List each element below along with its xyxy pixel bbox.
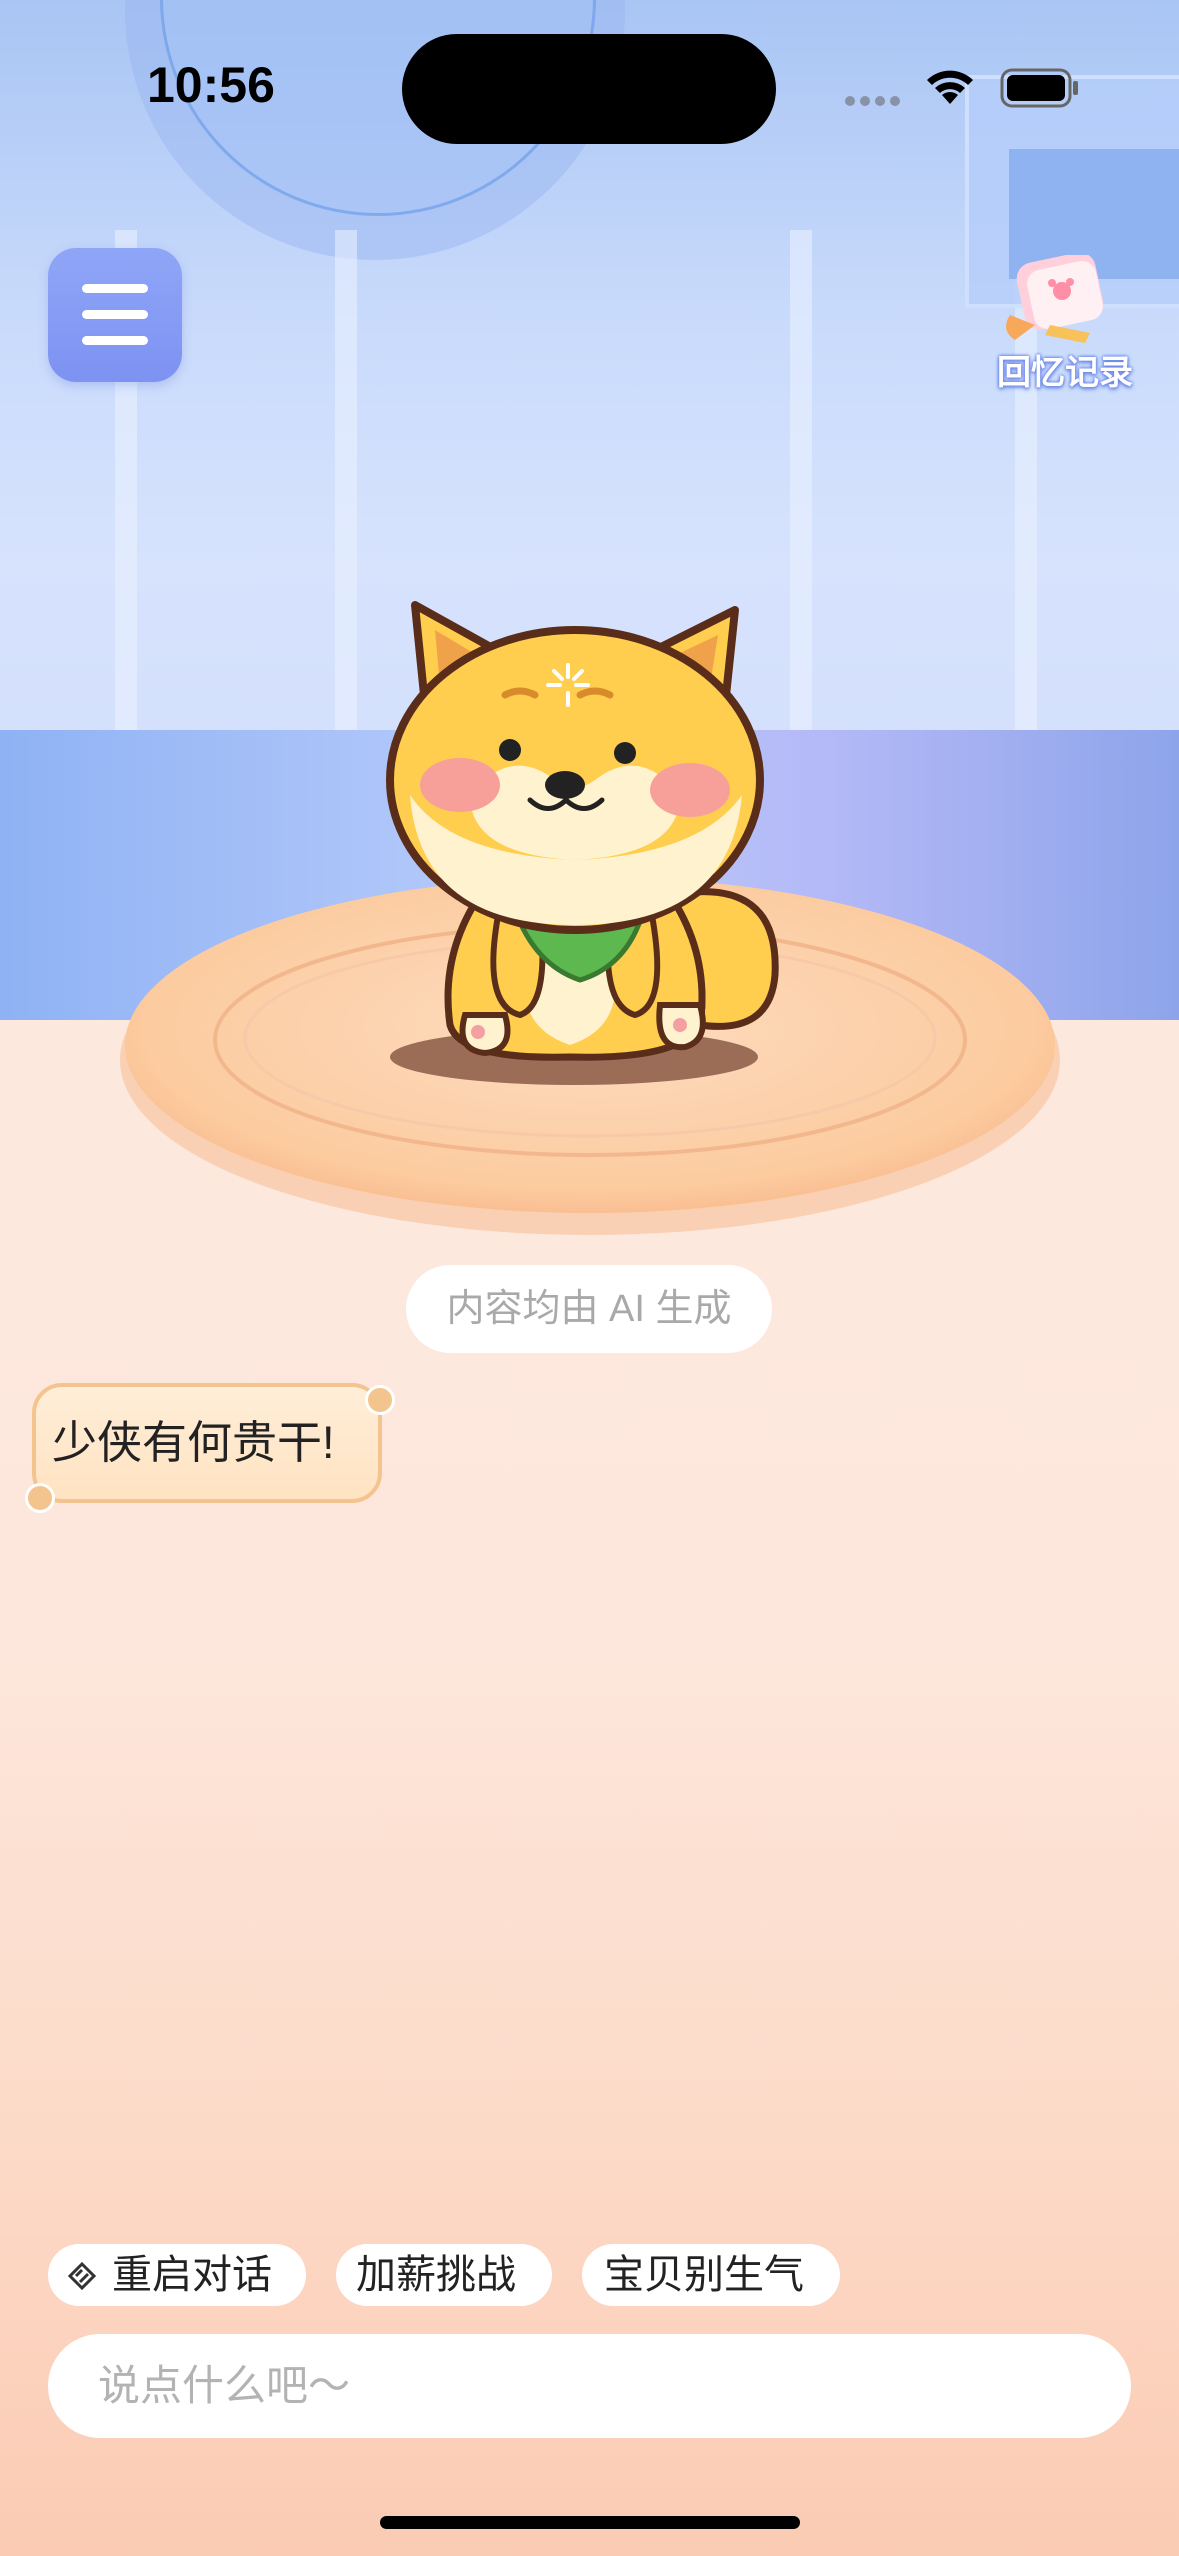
paw-deco-icon	[365, 1385, 395, 1415]
ai-generated-notice: 内容均由 AI 生成	[406, 1265, 772, 1353]
bubble-text: 少侠有何贵干!	[52, 1417, 335, 1468]
photo-album-icon	[1006, 252, 1104, 343]
signal-icon	[845, 93, 905, 106]
paw-deco-icon	[25, 1483, 55, 1513]
chip-label: 宝贝别生气	[604, 2253, 804, 2297]
chip-label: 加薪挑战	[356, 2253, 516, 2297]
hamburger-icon	[82, 284, 148, 293]
pet-speech-bubble: 少侠有何贵干!	[32, 1383, 382, 1503]
memory-record-button[interactable]: 回忆记录	[990, 252, 1140, 392]
home-indicator[interactable]	[380, 2516, 800, 2529]
chip-label: 重启对话	[112, 2253, 272, 2297]
restart-icon	[67, 2261, 97, 2291]
battery-icon	[1000, 68, 1078, 108]
menu-button[interactable]	[48, 248, 182, 382]
salary-challenge-chip[interactable]: 加薪挑战	[336, 2244, 552, 2306]
shiba-pet[interactable]	[380, 595, 800, 1095]
message-input[interactable]: 说点什么吧～	[48, 2334, 1131, 2438]
wifi-icon	[927, 70, 973, 104]
restart-chat-chip[interactable]: 重启对话	[48, 2244, 306, 2306]
input-placeholder: 说点什么吧～	[98, 2362, 351, 2409]
status-time: 10:56	[147, 57, 275, 113]
memory-record-label: 回忆记录	[997, 354, 1133, 392]
window-frame	[335, 230, 357, 730]
dont-be-angry-chip[interactable]: 宝贝别生气	[582, 2244, 840, 2306]
dynamic-island	[402, 34, 776, 144]
